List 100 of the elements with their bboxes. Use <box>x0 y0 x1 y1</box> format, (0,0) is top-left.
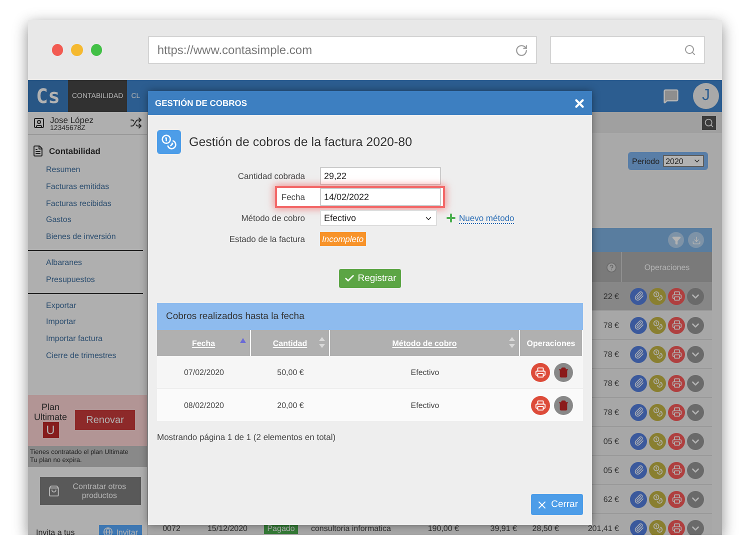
close-icon[interactable] <box>573 96 586 110</box>
coins-icon[interactable] <box>649 374 666 392</box>
printer-icon[interactable] <box>668 490 685 508</box>
sidebar-item[interactable]: Importar <box>46 314 138 332</box>
paperclip-icon[interactable] <box>630 288 647 304</box>
search-icon[interactable] <box>702 116 716 130</box>
dropdown-icon[interactable] <box>687 346 704 362</box>
globe-icon <box>103 527 114 535</box>
document-icon <box>32 145 44 157</box>
plus-icon[interactable] <box>445 212 457 224</box>
paperclip-icon[interactable] <box>630 520 647 535</box>
coins-icon[interactable] <box>649 490 666 508</box>
period-dropdown[interactable]: 2020 <box>662 155 704 167</box>
sidebar-item[interactable]: Importar factura <box>46 331 138 348</box>
text-field[interactable]: 29,22 <box>320 167 441 185</box>
table-cell: 50,00 € <box>277 368 304 376</box>
printer-icon[interactable] <box>668 432 685 450</box>
paperclip-icon[interactable] <box>630 462 647 478</box>
dropdown-icon[interactable] <box>687 490 704 508</box>
field-label: Método de cobro <box>240 213 306 223</box>
close-icon <box>536 498 548 510</box>
printer-icon[interactable] <box>530 396 550 414</box>
renew-button[interactable]: Renovar <box>75 410 136 430</box>
sidebar-item[interactable]: Bienes de inversión <box>46 229 138 246</box>
user-name: Jose López <box>50 114 94 124</box>
column-header: Operaciones <box>622 252 712 282</box>
coins-icon[interactable] <box>649 346 666 362</box>
address-bar[interactable]: https://www.contasimple.com <box>148 36 537 64</box>
paperclip-icon[interactable] <box>630 490 647 508</box>
dropdown-icon[interactable] <box>687 374 704 392</box>
dropdown-icon[interactable] <box>687 404 704 420</box>
table-cell: 07/02/2020 <box>184 368 224 376</box>
printer-icon[interactable] <box>668 520 685 535</box>
period-label: Periodo <box>632 156 660 166</box>
sidebar-item[interactable]: Facturas emitidas <box>46 178 138 196</box>
browser-search-field[interactable] <box>550 36 705 64</box>
coins-icon[interactable] <box>649 316 666 334</box>
table-cell: 78 € <box>603 350 619 358</box>
reload-icon[interactable] <box>514 44 528 56</box>
download-icon[interactable] <box>688 232 704 248</box>
trash-icon[interactable] <box>554 396 572 414</box>
printer-icon[interactable] <box>668 374 685 392</box>
invite-text: Invita a tus <box>36 528 75 535</box>
printer-icon[interactable] <box>668 288 685 304</box>
table-cell: 78 € <box>603 320 619 330</box>
minimize-window-icon[interactable] <box>71 44 83 56</box>
table-cell: 201,41 € <box>588 524 619 532</box>
dropdown-icon[interactable] <box>687 520 704 535</box>
paperclip-icon[interactable] <box>630 316 647 334</box>
column-header[interactable]: Cantidad <box>272 338 308 348</box>
coins-icon[interactable] <box>649 288 666 304</box>
printer-icon[interactable] <box>668 316 685 334</box>
filter-icon[interactable] <box>668 232 684 248</box>
column-header[interactable]: Método de cobro <box>392 338 457 348</box>
products-button[interactable]: Contratar otros productos <box>40 476 141 505</box>
coins-icon[interactable] <box>649 432 666 450</box>
coins-icon[interactable] <box>649 520 666 535</box>
register-button[interactable]: Registrar <box>338 269 402 288</box>
invite-button[interactable]: Invitar <box>99 525 142 535</box>
pagination-text: Mostrando página 1 de 1 (2 elementos en total) <box>156 431 337 442</box>
dropdown-icon[interactable] <box>687 462 704 478</box>
sidebar-item[interactable]: Facturas recibidas <box>46 196 138 212</box>
text-field[interactable]: 14/02/2022 <box>320 188 441 206</box>
paperclip-icon[interactable] <box>630 346 647 362</box>
table-cell[interactable]: 0072 <box>162 524 180 532</box>
shuffle-icon[interactable] <box>130 117 142 129</box>
printer-icon[interactable] <box>668 346 685 362</box>
coins-icon[interactable] <box>649 404 666 420</box>
paperclip-icon[interactable] <box>630 432 647 450</box>
table-cell: Efectivo <box>410 368 440 376</box>
logo: Cs <box>28 80 68 112</box>
close-button[interactable]: Cerrar <box>531 494 583 515</box>
dropdown-icon[interactable] <box>687 432 704 450</box>
printer-icon[interactable] <box>668 462 685 478</box>
status-badge: Incompleto <box>320 232 366 246</box>
new-method-link[interactable]: Nuevo método <box>459 212 514 224</box>
chevron-down-icon <box>693 157 701 165</box>
dropdown-icon[interactable] <box>687 288 704 304</box>
check-icon <box>344 273 355 284</box>
sidebar-item[interactable]: Exportar <box>46 298 138 314</box>
printer-icon[interactable] <box>668 404 685 420</box>
column-header[interactable]: Fecha <box>192 338 216 348</box>
field-label: Estado de la factura <box>228 234 306 244</box>
coins-icon[interactable] <box>649 462 666 478</box>
sidebar-item[interactable]: Gastos <box>46 212 138 230</box>
close-window-icon[interactable] <box>52 44 64 56</box>
paperclip-icon[interactable] <box>630 404 647 420</box>
paperclip-icon[interactable] <box>630 374 647 392</box>
printer-icon[interactable] <box>530 362 550 382</box>
sidebar-item[interactable]: Resumen <box>46 162 138 179</box>
dropdown[interactable]: Efectivo <box>320 210 437 226</box>
sidebar-item[interactable]: Cierre de trimestres <box>46 348 138 365</box>
maximize-window-icon[interactable] <box>90 44 102 56</box>
dropdown-icon[interactable] <box>687 316 704 334</box>
table-cell: 62 € <box>603 494 619 504</box>
trash-icon[interactable] <box>554 362 572 382</box>
table-cell: 05 € <box>603 466 619 474</box>
sidebar-item[interactable]: Presupuestos <box>46 272 138 289</box>
user-avatar[interactable]: J <box>693 83 719 109</box>
sidebar-item[interactable]: Albaranes <box>46 254 138 272</box>
